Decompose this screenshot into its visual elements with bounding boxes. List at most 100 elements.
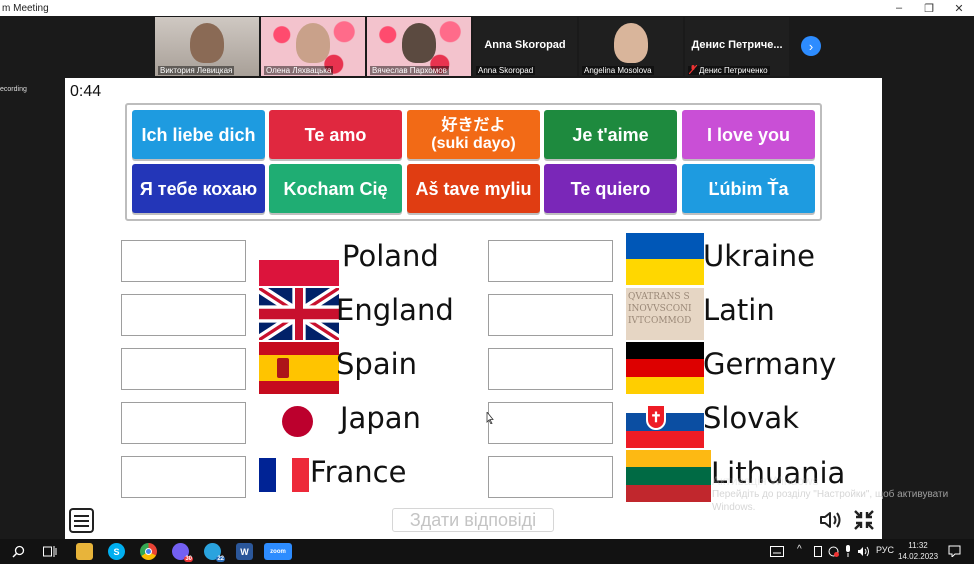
device-icon[interactable]: [814, 546, 822, 557]
clock[interactable]: 11:32 14.02.2023: [898, 540, 938, 562]
participant-name: Виктория Левицкая: [158, 66, 235, 75]
answer-card[interactable]: Te quiero: [544, 164, 677, 213]
answer-card[interactable]: Ich liebe dich: [132, 110, 265, 159]
drop-slot[interactable]: [488, 348, 613, 390]
japan-flag-icon: [259, 396, 339, 448]
drop-slot[interactable]: [488, 294, 613, 336]
watermark-text: Перейдіть до розділу "Настройки", щоб ак…: [712, 489, 949, 513]
participant-video: [190, 23, 224, 63]
drop-slot[interactable]: [488, 240, 613, 282]
drop-slot[interactable]: [121, 294, 246, 336]
country-label: Germany: [703, 347, 837, 381]
participant-tile[interactable]: Вячеслав Пархомов: [367, 17, 471, 76]
watermark-title: Активація Windows: [712, 474, 819, 488]
participant-name: Anna Skoropad: [476, 66, 536, 75]
window-titlebar: m Meeting – ❐ ✕: [0, 0, 974, 16]
close-button[interactable]: ✕: [944, 0, 974, 16]
slovakia-flag-icon: ✝: [626, 396, 704, 448]
recording-label: ecording: [0, 86, 27, 93]
telegram-badge: 22: [216, 556, 225, 562]
drop-slot[interactable]: [121, 240, 246, 282]
france-flag-icon: [259, 458, 309, 492]
menu-button[interactable]: [69, 508, 94, 533]
country-label: Slovak: [703, 401, 799, 435]
ukraine-flag-icon: [626, 233, 704, 285]
participant-video: [402, 23, 436, 63]
window-title: m Meeting: [2, 2, 49, 14]
answer-card[interactable]: Je t'aime: [544, 110, 677, 159]
hamburger-icon: [74, 514, 89, 517]
answer-card[interactable]: Aš tave myliu: [407, 164, 540, 213]
participant-video: [614, 23, 648, 63]
participant-name: Вячеслав Пархомов: [370, 66, 449, 75]
clock-time: 11:32: [908, 541, 928, 550]
country-label: England: [336, 293, 454, 327]
language-indicator[interactable]: РУС: [876, 545, 894, 555]
next-participants-button[interactable]: ›: [801, 36, 821, 56]
telegram-icon[interactable]: 22: [204, 543, 225, 562]
participant-tile[interactable]: Angelina Mosolova: [579, 17, 683, 76]
answer-card[interactable]: Ľúbim Ťa: [682, 164, 815, 213]
zoom-icon[interactable]: zoom: [264, 543, 292, 560]
viber-badge: 30: [184, 556, 193, 562]
volume-icon[interactable]: [857, 546, 870, 557]
mic-muted-icon: [689, 65, 697, 74]
participant-tile[interactable]: Олена Ляхвацька: [261, 17, 365, 76]
chevron-up-icon[interactable]: ^: [797, 544, 802, 555]
microphone-icon[interactable]: [844, 545, 852, 557]
answer-card[interactable]: Я тебе кохаю: [132, 164, 265, 213]
answer-card[interactable]: 好きだよ (suki dayo): [407, 110, 540, 159]
participant-video: [296, 23, 330, 63]
window-controls: – ❐ ✕: [884, 0, 974, 16]
file-explorer-icon[interactable]: [76, 543, 93, 560]
germany-flag-icon: [626, 342, 704, 394]
drop-slot[interactable]: [121, 348, 246, 390]
drop-slot[interactable]: [488, 456, 613, 498]
cards-container: Ich liebe dich Te amo 好きだよ (suki dayo) J…: [125, 103, 822, 221]
answer-card[interactable]: Te amo: [269, 110, 402, 159]
timer: 0:44: [70, 83, 102, 100]
drop-slot[interactable]: [121, 402, 246, 444]
country-label: Poland: [342, 239, 439, 273]
participant-big-name: Anna Skoropad: [484, 39, 566, 51]
participant-tile[interactable]: Денис Петриче... Денис Петриченко: [685, 17, 789, 76]
uk-flag-icon: [259, 288, 339, 340]
participant-name: Олена Ляхвацька: [264, 66, 334, 75]
windows-activation-watermark: Активація Windows Перейдіть до розділу "…: [712, 475, 952, 514]
country-label: Latin: [703, 293, 775, 327]
search-icon[interactable]: [12, 545, 25, 558]
country-label: Spain: [336, 347, 418, 381]
task-view-icon[interactable]: [43, 545, 57, 558]
participant-tile[interactable]: Виктория Левицкая: [155, 17, 259, 76]
poland-flag-icon: [259, 234, 339, 286]
word-icon[interactable]: W: [236, 543, 253, 560]
participant-name: Денис Петриченко: [688, 66, 770, 75]
drop-slot[interactable]: [488, 402, 613, 444]
answer-card[interactable]: Kocham Cię: [269, 164, 402, 213]
network-icon[interactable]: [828, 546, 839, 557]
mouse-cursor-icon: [486, 412, 494, 424]
wordwall-game-panel: 0:44 Ich liebe dich Te amo 好きだよ (suki da…: [65, 78, 882, 539]
maximize-button[interactable]: ❐: [914, 0, 944, 16]
lithuania-flag-icon: [626, 450, 711, 502]
country-label: France: [310, 455, 407, 489]
clock-date: 14.02.2023: [898, 552, 939, 561]
drop-slot[interactable]: [121, 456, 246, 498]
keyboard-icon[interactable]: [770, 546, 784, 557]
country-label: Ukraine: [703, 239, 815, 273]
windows-taskbar: S 30 22 W zoom ^ РУС 11:32 14.02.2023: [0, 539, 974, 564]
viber-icon[interactable]: 30: [172, 543, 193, 562]
spain-flag-icon: [259, 342, 339, 394]
answer-card[interactable]: I love you: [682, 110, 815, 159]
country-label: Japan: [340, 401, 421, 435]
chrome-icon[interactable]: [140, 543, 157, 560]
chevron-right-icon: ›: [808, 38, 814, 54]
participant-name: Angelina Mosolova: [582, 66, 654, 75]
participant-tile[interactable]: Anna Skoropad Anna Skoropad: [473, 17, 577, 76]
submit-answers-button[interactable]: Здати відповіді: [392, 508, 554, 532]
notifications-icon[interactable]: [948, 545, 961, 557]
latin-inscription-icon: QVATRANS S INOVVSCONI IVTCOMMOD: [626, 288, 704, 340]
skype-icon[interactable]: S: [108, 543, 125, 560]
minimize-button[interactable]: –: [884, 0, 914, 16]
participant-big-name: Денис Петриче...: [691, 39, 783, 51]
